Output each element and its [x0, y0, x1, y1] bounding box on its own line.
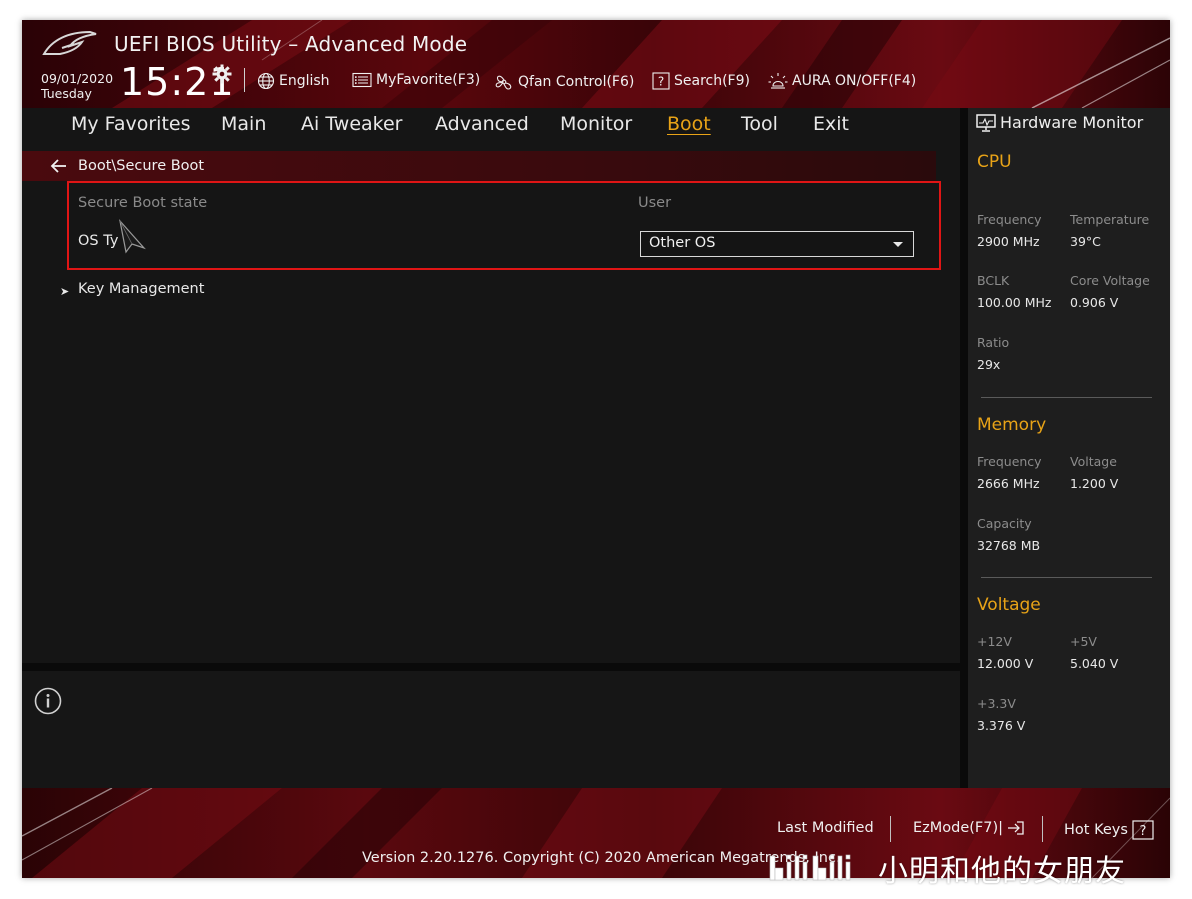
v5-value: 5.040 V — [1070, 656, 1119, 671]
myfavorite-label: MyFavorite(F3) — [376, 72, 481, 88]
cpu-temperature-label: Temperature — [1070, 212, 1150, 227]
os-type-label: OS Ty — [78, 233, 119, 249]
memory-section-divider — [981, 577, 1152, 578]
favorite-list-icon — [352, 72, 372, 88]
breadcrumb: Boot\Secure Boot — [78, 158, 205, 174]
core-voltage-value: 0.906 V — [1070, 295, 1119, 310]
watermark: 小明和他的女朋友 — [768, 848, 1126, 889]
core-voltage-label: Core Voltage — [1070, 273, 1150, 288]
memory-capacity-value: 32768 MB — [977, 538, 1041, 553]
qfan-control-button[interactable]: Qfan Control(F6) — [494, 72, 634, 92]
voltage-heading: Voltage — [977, 595, 1041, 615]
content-divider — [22, 663, 960, 671]
os-type-select[interactable]: Other OS — [640, 231, 914, 257]
header-separator — [244, 68, 245, 92]
question-box-icon: ? — [1132, 820, 1154, 840]
hardware-monitor-header: Hardware Monitor — [976, 113, 1143, 132]
aura-label: AURA ON/OFF(F4) — [792, 73, 917, 89]
v33-label: +3.3V — [977, 696, 1016, 711]
breadcrumb-bar: Boot\Secure Boot — [22, 151, 936, 181]
ratio-label: Ratio — [977, 335, 1010, 350]
tab-monitor[interactable]: Monitor — [560, 113, 632, 135]
language-label: English — [279, 73, 330, 89]
memory-voltage-label: Voltage — [1070, 454, 1117, 469]
cpu-frequency-value: 2900 MHz — [977, 234, 1040, 249]
rog-logo-icon — [42, 30, 97, 55]
v12-value: 12.000 V — [977, 656, 1034, 671]
cpu-heading: CPU — [977, 152, 1012, 172]
footer-separator — [890, 816, 891, 842]
key-management-item[interactable]: Key Management — [78, 281, 204, 297]
v5-label: +5V — [1070, 634, 1097, 649]
day-text: Tuesday — [41, 86, 92, 101]
myfavorite-button[interactable]: MyFavorite(F3) — [352, 72, 480, 88]
bclk-value: 100.00 MHz — [977, 295, 1052, 310]
tab-exit[interactable]: Exit — [813, 113, 849, 135]
cpu-temperature-value: 39°C — [1070, 234, 1101, 249]
tab-tool[interactable]: Tool — [741, 113, 778, 135]
exit-arrow-icon — [1008, 821, 1024, 835]
hot-keys-label: Hot Keys — [1064, 822, 1128, 838]
help-info-panel — [22, 671, 960, 788]
aura-light-icon — [768, 73, 788, 89]
watermark-text: 小明和他的女朋友 — [878, 854, 1126, 889]
back-arrow-icon[interactable] — [50, 158, 68, 174]
svg-text:?: ? — [658, 75, 664, 89]
ezmode-button[interactable]: EzMode(F7)| — [913, 820, 1025, 836]
svg-text:?: ? — [1139, 824, 1146, 839]
last-modified-label: Last Modified — [777, 820, 874, 836]
date-display: 09/01/2020 Tuesday — [41, 71, 113, 101]
tab-boot[interactable]: Boot — [667, 113, 711, 135]
v33-value: 3.376 V — [977, 718, 1026, 733]
hot-keys-button[interactable]: Hot Keys ? — [1064, 820, 1154, 840]
bios-window: UEFI BIOS Utility – Advanced Mode 09/01/… — [22, 20, 1170, 878]
os-type-selected-value: Other OS — [649, 235, 716, 251]
globe-icon — [257, 72, 275, 90]
search-label: Search(F9) — [674, 73, 750, 89]
ezmode-label: EzMode(F7)| — [913, 820, 1004, 836]
info-icon — [34, 687, 62, 715]
chevron-down-icon — [893, 242, 903, 247]
memory-frequency-label: Frequency — [977, 454, 1042, 469]
footer-separator — [1042, 816, 1043, 842]
memory-voltage-value: 1.200 V — [1070, 476, 1119, 491]
language-button[interactable]: English — [257, 72, 330, 90]
hardware-monitor-panel: Hardware Monitor CPU Frequency Temperatu… — [968, 108, 1170, 788]
memory-frequency-value: 2666 MHz — [977, 476, 1040, 491]
mouse-cursor-icon — [118, 218, 146, 254]
app-title: UEFI BIOS Utility – Advanced Mode — [114, 32, 468, 56]
hardware-monitor-title: Hardware Monitor — [1000, 113, 1144, 132]
cpu-frequency-label: Frequency — [977, 212, 1042, 227]
bilibili-logo-icon — [769, 854, 851, 881]
qfan-control-label: Qfan Control(F6) — [518, 74, 635, 90]
tab-ai-tweaker[interactable]: Ai Tweaker — [301, 113, 402, 135]
monitor-screen-icon — [976, 113, 996, 132]
header-bar: UEFI BIOS Utility – Advanced Mode 09/01/… — [22, 20, 1170, 108]
tab-my-favorites[interactable]: My Favorites — [71, 113, 191, 135]
main-menu-tabs: My Favorites Main Ai Tweaker Advanced Mo… — [22, 108, 960, 146]
search-button[interactable]: ? Search(F9) — [652, 72, 750, 90]
v12-label: +12V — [977, 634, 1012, 649]
bclk-label: BCLK — [977, 273, 1010, 288]
fan-icon — [495, 75, 512, 90]
aura-toggle-button[interactable]: AURA ON/OFF(F4) — [768, 72, 916, 90]
submenu-arrow-icon: ➤ — [60, 285, 70, 298]
secure-boot-state-value: User — [638, 195, 672, 211]
monitor-separator — [960, 108, 968, 788]
memory-capacity-label: Capacity — [977, 516, 1032, 531]
last-modified-button[interactable]: Last Modified — [777, 820, 874, 836]
memory-heading: Memory — [977, 415, 1047, 435]
ratio-value: 29x — [977, 357, 1001, 372]
date-text: 09/01/2020 — [41, 71, 114, 86]
question-box-icon: ? — [652, 72, 670, 90]
gear-icon[interactable] — [212, 64, 232, 84]
tab-main[interactable]: Main — [221, 113, 266, 135]
tab-advanced[interactable]: Advanced — [435, 113, 529, 135]
cpu-section-divider — [981, 397, 1152, 398]
secure-boot-state-label: Secure Boot state — [78, 195, 208, 211]
